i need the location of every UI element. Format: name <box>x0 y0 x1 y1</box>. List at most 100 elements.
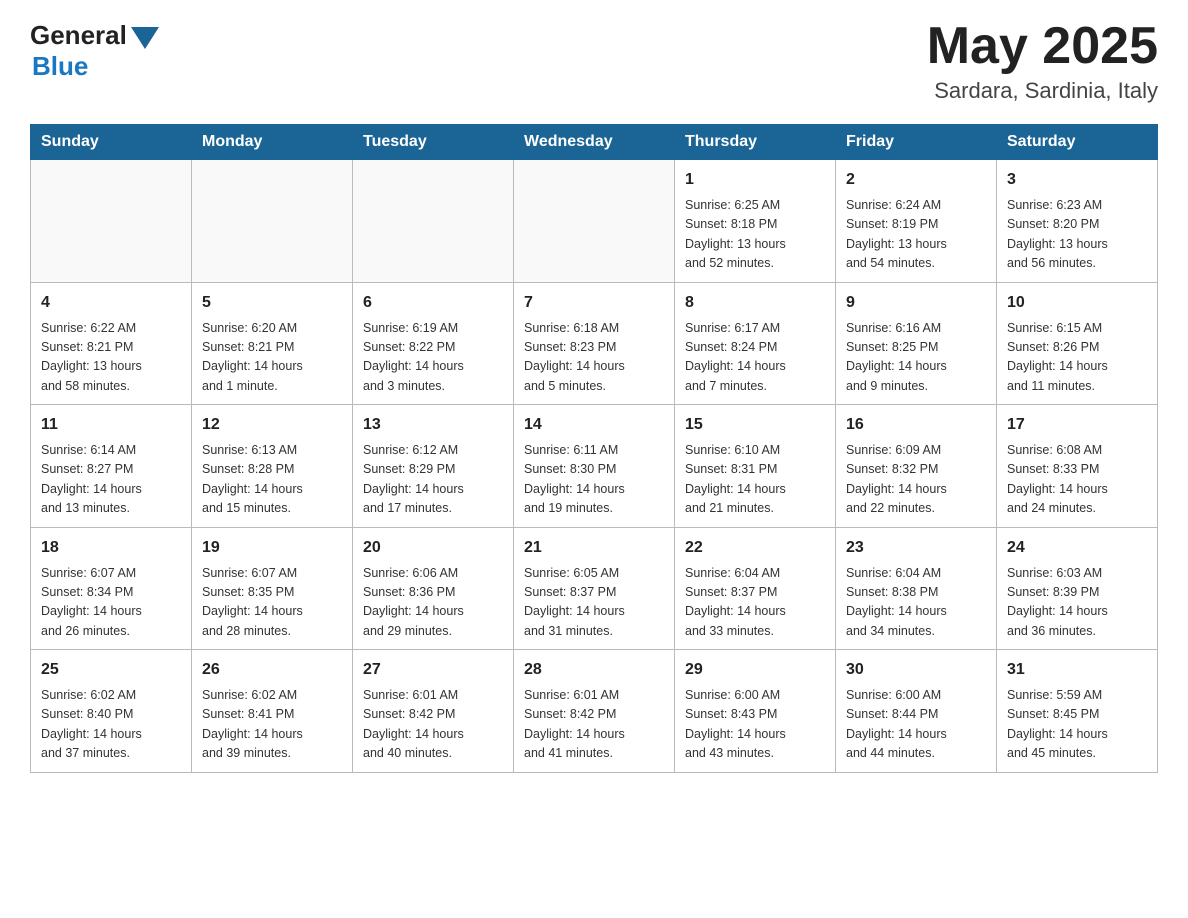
day-info: Sunrise: 6:01 AM Sunset: 8:42 PM Dayligh… <box>363 686 503 764</box>
day-number: 14 <box>524 413 664 437</box>
calendar-cell <box>31 160 192 283</box>
day-info: Sunrise: 6:02 AM Sunset: 8:40 PM Dayligh… <box>41 686 181 764</box>
day-info: Sunrise: 6:16 AM Sunset: 8:25 PM Dayligh… <box>846 319 986 397</box>
calendar-cell: 22 Sunrise: 6:04 AM Sunset: 8:37 PM Dayli… <box>675 527 836 650</box>
calendar-cell: 3Sunrise: 6:23 AM Sunset: 8:20 PM Daylig… <box>997 160 1158 283</box>
calendar-cell: 15 Sunrise: 6:10 AM Sunset: 8:31 PM Dayli… <box>675 405 836 528</box>
logo: General Blue <box>30 20 159 82</box>
day-info: Sunrise: 6:00 AM Sunset: 8:44 PM Dayligh… <box>846 686 986 764</box>
logo-triangle-icon <box>131 27 159 49</box>
calendar-week-row: 11 Sunrise: 6:14 AM Sunset: 8:27 PM Dayli… <box>31 405 1158 528</box>
calendar-cell: 30 Sunrise: 6:00 AM Sunset: 8:44 PM Dayli… <box>836 650 997 773</box>
day-number: 20 <box>363 536 503 560</box>
calendar-cell: 16 Sunrise: 6:09 AM Sunset: 8:32 PM Dayli… <box>836 405 997 528</box>
calendar-cell: 11 Sunrise: 6:14 AM Sunset: 8:27 PM Dayli… <box>31 405 192 528</box>
day-info: Sunrise: 6:23 AM Sunset: 8:20 PM Dayligh… <box>1007 196 1147 274</box>
calendar-cell: 4 Sunrise: 6:22 AM Sunset: 8:21 PM Daylig… <box>31 282 192 405</box>
weekday-header-wednesday: Wednesday <box>514 125 675 160</box>
day-number: 1 <box>685 168 825 192</box>
calendar-cell: 26Sunrise: 6:02 AM Sunset: 8:41 PM Dayli… <box>192 650 353 773</box>
calendar-week-row: 1 Sunrise: 6:25 AM Sunset: 8:18 PM Daylig… <box>31 160 1158 283</box>
calendar-cell: 13 Sunrise: 6:12 AM Sunset: 8:29 PM Dayli… <box>353 405 514 528</box>
logo-general-text: General <box>30 20 127 51</box>
day-info: Sunrise: 6:20 AM Sunset: 8:21 PM Dayligh… <box>202 319 342 397</box>
day-info: Sunrise: 6:05 AM Sunset: 8:37 PM Dayligh… <box>524 564 664 642</box>
day-info: Sunrise: 6:03 AM Sunset: 8:39 PM Dayligh… <box>1007 564 1147 642</box>
day-number: 25 <box>41 658 181 682</box>
day-info: Sunrise: 6:08 AM Sunset: 8:33 PM Dayligh… <box>1007 441 1147 519</box>
calendar-cell: 20 Sunrise: 6:06 AM Sunset: 8:36 PM Dayli… <box>353 527 514 650</box>
calendar-cell: 9 Sunrise: 6:16 AM Sunset: 8:25 PM Daylig… <box>836 282 997 405</box>
page-header: General Blue May 2025 Sardara, Sardinia,… <box>30 20 1158 104</box>
calendar-cell: 12 Sunrise: 6:13 AM Sunset: 8:28 PM Dayli… <box>192 405 353 528</box>
day-number: 27 <box>363 658 503 682</box>
calendar-cell <box>514 160 675 283</box>
day-info: Sunrise: 6:09 AM Sunset: 8:32 PM Dayligh… <box>846 441 986 519</box>
calendar-cell: 1 Sunrise: 6:25 AM Sunset: 8:18 PM Daylig… <box>675 160 836 283</box>
day-number: 17 <box>1007 413 1147 437</box>
title-section: May 2025 Sardara, Sardinia, Italy <box>927 20 1158 104</box>
calendar-cell <box>353 160 514 283</box>
calendar-cell <box>192 160 353 283</box>
day-info: Sunrise: 6:12 AM Sunset: 8:29 PM Dayligh… <box>363 441 503 519</box>
calendar-cell: 5 Sunrise: 6:20 AM Sunset: 8:21 PM Daylig… <box>192 282 353 405</box>
day-info: Sunrise: 6:14 AM Sunset: 8:27 PM Dayligh… <box>41 441 181 519</box>
day-info: Sunrise: 6:06 AM Sunset: 8:36 PM Dayligh… <box>363 564 503 642</box>
calendar-cell: 17 Sunrise: 6:08 AM Sunset: 8:33 PM Dayli… <box>997 405 1158 528</box>
day-info: Sunrise: 6:07 AM Sunset: 8:35 PM Dayligh… <box>202 564 342 642</box>
calendar-week-row: 18Sunrise: 6:07 AM Sunset: 8:34 PM Dayli… <box>31 527 1158 650</box>
day-number: 9 <box>846 291 986 315</box>
calendar-cell: 23 Sunrise: 6:04 AM Sunset: 8:38 PM Dayli… <box>836 527 997 650</box>
day-number: 5 <box>202 291 342 315</box>
weekday-header-thursday: Thursday <box>675 125 836 160</box>
day-number: 29 <box>685 658 825 682</box>
day-info: Sunrise: 6:13 AM Sunset: 8:28 PM Dayligh… <box>202 441 342 519</box>
weekday-header-saturday: Saturday <box>997 125 1158 160</box>
weekday-header-friday: Friday <box>836 125 997 160</box>
day-info: Sunrise: 6:18 AM Sunset: 8:23 PM Dayligh… <box>524 319 664 397</box>
weekday-header-sunday: Sunday <box>31 125 192 160</box>
calendar-cell: 31Sunrise: 5:59 AM Sunset: 8:45 PM Dayli… <box>997 650 1158 773</box>
calendar-cell: 2 Sunrise: 6:24 AM Sunset: 8:19 PM Daylig… <box>836 160 997 283</box>
day-info: Sunrise: 6:01 AM Sunset: 8:42 PM Dayligh… <box>524 686 664 764</box>
day-info: Sunrise: 6:15 AM Sunset: 8:26 PM Dayligh… <box>1007 319 1147 397</box>
weekday-header-tuesday: Tuesday <box>353 125 514 160</box>
logo-blue-text: Blue <box>32 51 88 82</box>
day-info: Sunrise: 6:25 AM Sunset: 8:18 PM Dayligh… <box>685 196 825 274</box>
day-info: Sunrise: 6:04 AM Sunset: 8:37 PM Dayligh… <box>685 564 825 642</box>
day-info: Sunrise: 6:17 AM Sunset: 8:24 PM Dayligh… <box>685 319 825 397</box>
day-number: 22 <box>685 536 825 560</box>
day-number: 11 <box>41 413 181 437</box>
day-info: Sunrise: 6:19 AM Sunset: 8:22 PM Dayligh… <box>363 319 503 397</box>
day-info: Sunrise: 6:02 AM Sunset: 8:41 PM Dayligh… <box>202 686 342 764</box>
day-info: Sunrise: 6:00 AM Sunset: 8:43 PM Dayligh… <box>685 686 825 764</box>
day-info: Sunrise: 6:04 AM Sunset: 8:38 PM Dayligh… <box>846 564 986 642</box>
day-number: 23 <box>846 536 986 560</box>
day-number: 30 <box>846 658 986 682</box>
calendar-cell: 18Sunrise: 6:07 AM Sunset: 8:34 PM Dayli… <box>31 527 192 650</box>
day-number: 21 <box>524 536 664 560</box>
calendar-cell: 8 Sunrise: 6:17 AM Sunset: 8:24 PM Daylig… <box>675 282 836 405</box>
day-number: 12 <box>202 413 342 437</box>
calendar-cell: 28 Sunrise: 6:01 AM Sunset: 8:42 PM Dayli… <box>514 650 675 773</box>
calendar-header-row: SundayMondayTuesdayWednesdayThursdayFrid… <box>31 125 1158 160</box>
day-number: 16 <box>846 413 986 437</box>
day-number: 4 <box>41 291 181 315</box>
location-text: Sardara, Sardinia, Italy <box>927 78 1158 104</box>
day-number: 7 <box>524 291 664 315</box>
calendar-week-row: 4 Sunrise: 6:22 AM Sunset: 8:21 PM Daylig… <box>31 282 1158 405</box>
day-number: 2 <box>846 168 986 192</box>
day-info: Sunrise: 6:22 AM Sunset: 8:21 PM Dayligh… <box>41 319 181 397</box>
day-number: 8 <box>685 291 825 315</box>
day-number: 19 <box>202 536 342 560</box>
day-number: 28 <box>524 658 664 682</box>
day-number: 24 <box>1007 536 1147 560</box>
day-number: 10 <box>1007 291 1147 315</box>
day-info: Sunrise: 6:10 AM Sunset: 8:31 PM Dayligh… <box>685 441 825 519</box>
day-number: 13 <box>363 413 503 437</box>
day-number: 15 <box>685 413 825 437</box>
calendar-week-row: 25 Sunrise: 6:02 AM Sunset: 8:40 PM Dayli… <box>31 650 1158 773</box>
weekday-header-monday: Monday <box>192 125 353 160</box>
day-info: Sunrise: 6:24 AM Sunset: 8:19 PM Dayligh… <box>846 196 986 274</box>
calendar-cell: 19 Sunrise: 6:07 AM Sunset: 8:35 PM Dayli… <box>192 527 353 650</box>
